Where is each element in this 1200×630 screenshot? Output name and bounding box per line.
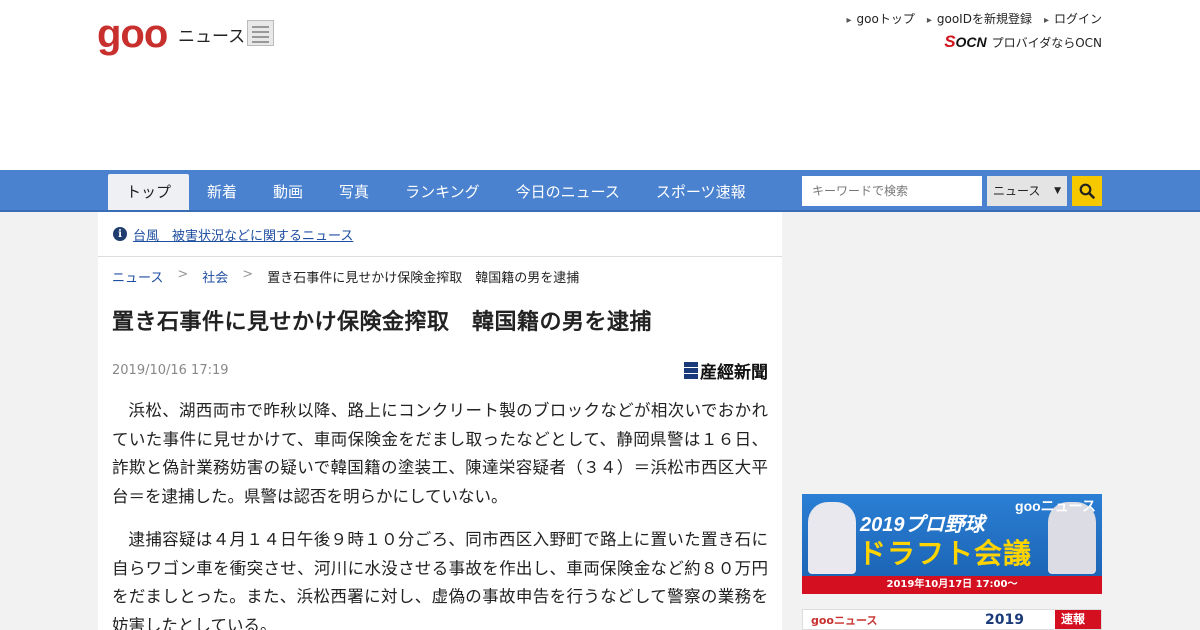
sankei-mark-icon [684,361,698,380]
banner2-year: 2019 [985,612,1024,628]
article-body: 浜松、湖西両市で昨秋以降、路上にコンクリート製のブロックなどが相次いでおかれてい… [112,397,768,630]
source-logo[interactable]: 産經新聞 [684,358,768,383]
breadcrumb: ニュース > 社会 > 置き石事件に見せかけ保険金搾取 韓国籍の男を逮捕 [112,267,782,286]
article-paragraph: 浜松、湖西両市で昨秋以降、路上にコンクリート製のブロックなどが相次いでおかれてい… [112,401,768,506]
banner-date: 2019年10月17日 17:00〜 [802,576,1102,594]
newspaper-icon [247,20,274,46]
article-title: 置き石事件に見せかけ保険金搾取 韓国籍の男を逮捕 [112,310,653,335]
ocn-logo: SOCN [944,32,987,51]
nav-todays-news[interactable]: 今日のニュース [498,174,638,210]
login-link[interactable]: ログイン [1044,10,1102,27]
draft-banner[interactable]: gooニュース 2019プロ野球 ドラフト会議 2019年10月17日 17:0… [802,494,1102,594]
nav-ranking[interactable]: ランキング [387,174,498,210]
banner2-badge: 速報 [1055,610,1101,629]
breadcrumb-current: 置き石事件に見せかけ保険金搾取 韓国籍の男を逮捕 [267,271,580,286]
article-paragraph: 逮捕容疑は４月１４日午後９時１０分ごろ、同市西区入野町で路上に置いた置き石に自ら… [112,530,768,630]
breadcrumb-news[interactable]: ニュース [112,267,163,286]
news-section-label[interactable]: ニュース [178,22,245,47]
nav-sports-live[interactable]: スポーツ速報 [638,174,764,210]
breadcrumb-separator: > [177,267,189,282]
nav-video[interactable]: 動画 [255,174,321,210]
search-icon [1079,183,1095,199]
nav-new[interactable]: 新着 [189,174,255,210]
search-input[interactable] [802,176,982,206]
breadcrumb-separator: > [242,267,254,282]
main-nav-bar: トップ 新着 動画 写真 ランキング 今日のニュース スポーツ速報 ニュース [0,170,1200,212]
second-banner[interactable]: gooニュース 2019 速報 [802,609,1102,630]
article-date: 2019/10/16 17:19 [112,363,229,378]
typhoon-alert-link[interactable]: 台風 被害状況などに関するニュース [133,225,353,244]
ocn-text: プロバイダならOCN [991,35,1102,50]
info-icon: i [113,227,127,241]
breadcrumb-society[interactable]: 社会 [202,267,228,286]
article-panel: i 台風 被害状況などに関するニュース ニュース > 社会 > 置き石事件に見せ… [98,212,782,630]
alert-bar: i 台風 被害状況などに関するニュース [98,212,782,257]
goo-logo[interactable]: goo [97,14,168,54]
source-name: 産經新聞 [700,363,768,383]
nav-top[interactable]: トップ [108,174,190,210]
banner-brand: gooニュース [1015,498,1096,514]
register-gooid-link[interactable]: gooIDを新規登録 [927,10,1032,27]
banner2-brand: gooニュース [811,614,878,627]
banner-headline-2: ドラフト会議 [858,538,1033,569]
top-links: gooトップ gooIDを新規登録 ログイン [846,10,1102,27]
nav-photo[interactable]: 写真 [321,174,387,210]
search-button[interactable] [1072,176,1102,206]
player-left-image [808,502,856,574]
article-meta: 2019/10/16 17:19 産經新聞 [112,358,768,383]
ocn-ad-link[interactable]: SOCN プロバイダならOCN [944,32,1102,52]
goo-top-link[interactable]: gooトップ [846,10,915,27]
search-scope-select[interactable]: ニュース [987,176,1067,206]
